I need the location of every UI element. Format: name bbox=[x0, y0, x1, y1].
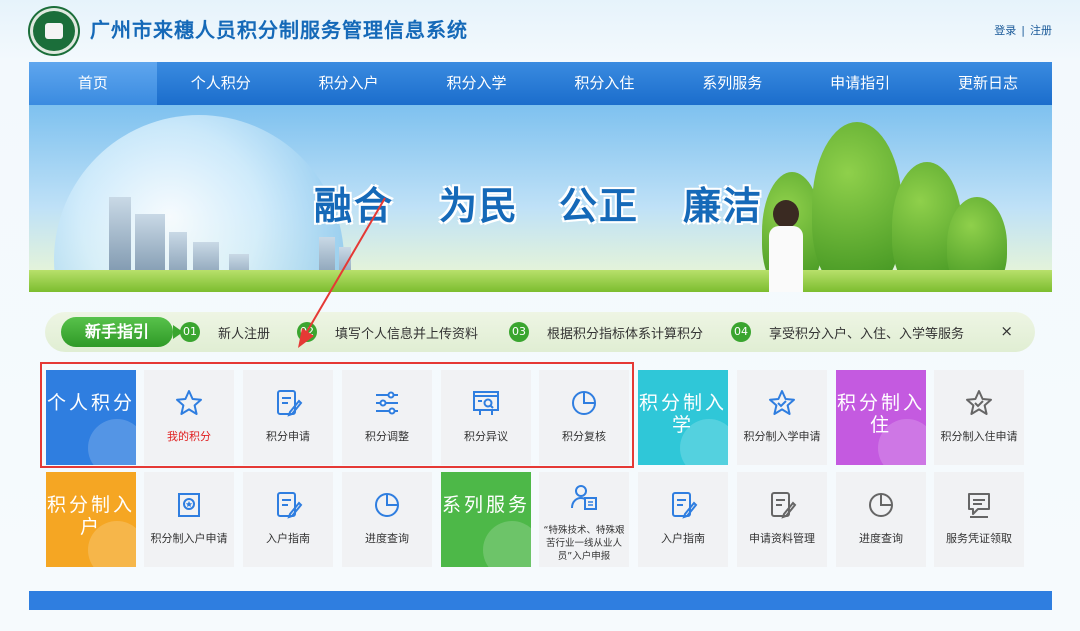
tile-my-points[interactable]: 我的积分 bbox=[144, 370, 234, 465]
footer-bar bbox=[29, 591, 1052, 610]
auth-separator: | bbox=[1021, 24, 1025, 37]
tile-hukou-guide[interactable]: 入户指南 bbox=[243, 472, 333, 567]
tile-label: 进度查询 bbox=[859, 532, 903, 545]
guide-step-4[interactable]: 04 享受积分入户、入住、入学等服务 bbox=[731, 322, 964, 342]
tile-label: 入户指南 bbox=[661, 532, 705, 545]
hero-banner: 融合 为民 公正 廉洁 bbox=[29, 105, 1052, 292]
tile-points-review[interactable]: 积分复核 bbox=[539, 370, 629, 465]
guide-label: 新手指引 bbox=[61, 317, 183, 347]
nav-points-hukou[interactable]: 积分入户 bbox=[285, 62, 413, 105]
tile-hukou-apply[interactable]: 积分制入户申请 bbox=[144, 472, 234, 567]
pie-chart-icon bbox=[866, 490, 896, 520]
tile-label: 申请资料管理 bbox=[749, 532, 815, 545]
star-icon bbox=[174, 388, 204, 418]
clover-icon bbox=[483, 521, 531, 567]
tile-label: 积分调整 bbox=[365, 430, 409, 443]
nav-personal-points[interactable]: 个人积分 bbox=[157, 62, 285, 105]
slogan-2: 为民 bbox=[439, 183, 520, 228]
step-number: 03 bbox=[509, 322, 529, 342]
site-title: 广州市来穗人员积分制服务管理信息系统 bbox=[90, 18, 468, 42]
main-nav: 首页 个人积分 积分入户 积分入学 积分入住 系列服务 申请指引 更新日志 bbox=[29, 62, 1052, 105]
tile-points-apply[interactable]: 积分申请 bbox=[243, 370, 333, 465]
star-check-icon bbox=[767, 388, 797, 418]
tile-points-housing[interactable]: 积分制入住 bbox=[836, 370, 926, 465]
tile-label: 积分制入学申请 bbox=[743, 430, 821, 443]
grass-strip bbox=[29, 270, 1052, 292]
slogan-1: 融合 bbox=[314, 183, 395, 228]
auth-links: 登录 | 注册 bbox=[994, 22, 1052, 38]
beginner-guide-bar: 新手指引 01 新人注册 02 填写个人信息并上传资料 03 根据积分指标体系计… bbox=[45, 312, 1035, 352]
site-logo[interactable] bbox=[30, 8, 78, 54]
nav-changelog[interactable]: 更新日志 bbox=[924, 62, 1052, 105]
user-document-icon bbox=[569, 482, 599, 512]
tile-points-hukou[interactable]: 积分制入户 bbox=[46, 472, 136, 567]
guide-step-3[interactable]: 03 根据积分指标体系计算积分 bbox=[509, 322, 703, 342]
tile-hukou-guide-2[interactable]: 入户指南 bbox=[638, 472, 728, 567]
tile-special-declare[interactable]: “特殊技术、特殊艰苦行业一线从业人员”入户申报 bbox=[539, 472, 629, 567]
star-check-icon bbox=[964, 388, 994, 418]
tile-personal-points[interactable]: 个人积分 bbox=[46, 370, 136, 465]
step-text: 根据积分指标体系计算积分 bbox=[547, 326, 704, 342]
nav-apply-guide[interactable]: 申请指引 bbox=[796, 62, 924, 105]
tile-school-apply[interactable]: 积分制入学申请 bbox=[737, 370, 827, 465]
child-illustration bbox=[761, 200, 811, 292]
step-text: 填写个人信息并上传资料 bbox=[335, 326, 479, 342]
step-text: 新人注册 bbox=[218, 326, 271, 342]
nav-series-service[interactable]: 系列服务 bbox=[668, 62, 796, 105]
tile-title: 个人积分 bbox=[46, 392, 135, 414]
tile-label: 入户指南 bbox=[266, 532, 310, 545]
edit-document-icon bbox=[767, 490, 797, 520]
tile-voucher[interactable]: 服务凭证领取 bbox=[934, 472, 1024, 567]
step-text: 享受积分入户、入住、入学等服务 bbox=[769, 326, 965, 342]
step-number: 01 bbox=[180, 322, 200, 342]
certificate-star-icon bbox=[174, 490, 204, 520]
header: 广州市来穗人员积分制服务管理信息系统 登录 | 注册 bbox=[0, 0, 1080, 62]
tile-label: 积分申请 bbox=[266, 430, 310, 443]
message-document-icon bbox=[964, 490, 994, 520]
tile-label: 积分复核 bbox=[562, 430, 606, 443]
tile-label: 积分制入户申请 bbox=[150, 532, 228, 545]
login-link[interactable]: 登录 bbox=[994, 24, 1016, 37]
person-icon bbox=[88, 419, 136, 465]
sliders-icon bbox=[372, 388, 402, 418]
tile-label: 积分异议 bbox=[464, 430, 508, 443]
register-link[interactable]: 注册 bbox=[1030, 24, 1052, 37]
tile-progress-query-2[interactable]: 进度查询 bbox=[836, 472, 926, 567]
tile-label: 进度查询 bbox=[365, 532, 409, 545]
edit-document-icon bbox=[273, 490, 303, 520]
monitor-search-icon bbox=[471, 388, 501, 418]
guide-step-1[interactable]: 01 新人注册 bbox=[180, 322, 270, 342]
close-icon[interactable]: × bbox=[1000, 322, 1013, 340]
step-number: 04 bbox=[731, 322, 751, 342]
tile-label: 服务凭证领取 bbox=[946, 532, 1012, 545]
slogan-3: 公正 bbox=[559, 183, 640, 228]
tile-label: 积分制入住申请 bbox=[940, 430, 1018, 443]
tile-label: “特殊技术、特殊艰苦行业一线从业人员”入户申报 bbox=[543, 525, 625, 562]
tile-housing-apply[interactable]: 积分制入住申请 bbox=[934, 370, 1024, 465]
nav-points-school[interactable]: 积分入学 bbox=[413, 62, 541, 105]
edit-document-icon bbox=[273, 388, 303, 418]
pie-chart-icon bbox=[569, 388, 599, 418]
pie-chart-icon bbox=[372, 490, 402, 520]
nav-home[interactable]: 首页 bbox=[29, 62, 157, 105]
edit-document-icon bbox=[668, 490, 698, 520]
tile-title: 系列服务 bbox=[441, 494, 530, 516]
tile-progress-query[interactable]: 进度查询 bbox=[342, 472, 432, 567]
nav-points-housing[interactable]: 积分入住 bbox=[541, 62, 669, 105]
tile-series-service[interactable]: 系列服务 bbox=[441, 472, 531, 567]
tile-points-adjust[interactable]: 积分调整 bbox=[342, 370, 432, 465]
tile-points-school[interactable]: 积分制入学 bbox=[638, 370, 728, 465]
guide-step-2[interactable]: 02 填写个人信息并上传资料 bbox=[297, 322, 478, 342]
tile-label: 我的积分 bbox=[167, 430, 211, 443]
tile-points-objection[interactable]: 积分异议 bbox=[441, 370, 531, 465]
tile-material-manage[interactable]: 申请资料管理 bbox=[737, 472, 827, 567]
step-number: 02 bbox=[297, 322, 317, 342]
slogan-4: 廉洁 bbox=[683, 183, 764, 228]
